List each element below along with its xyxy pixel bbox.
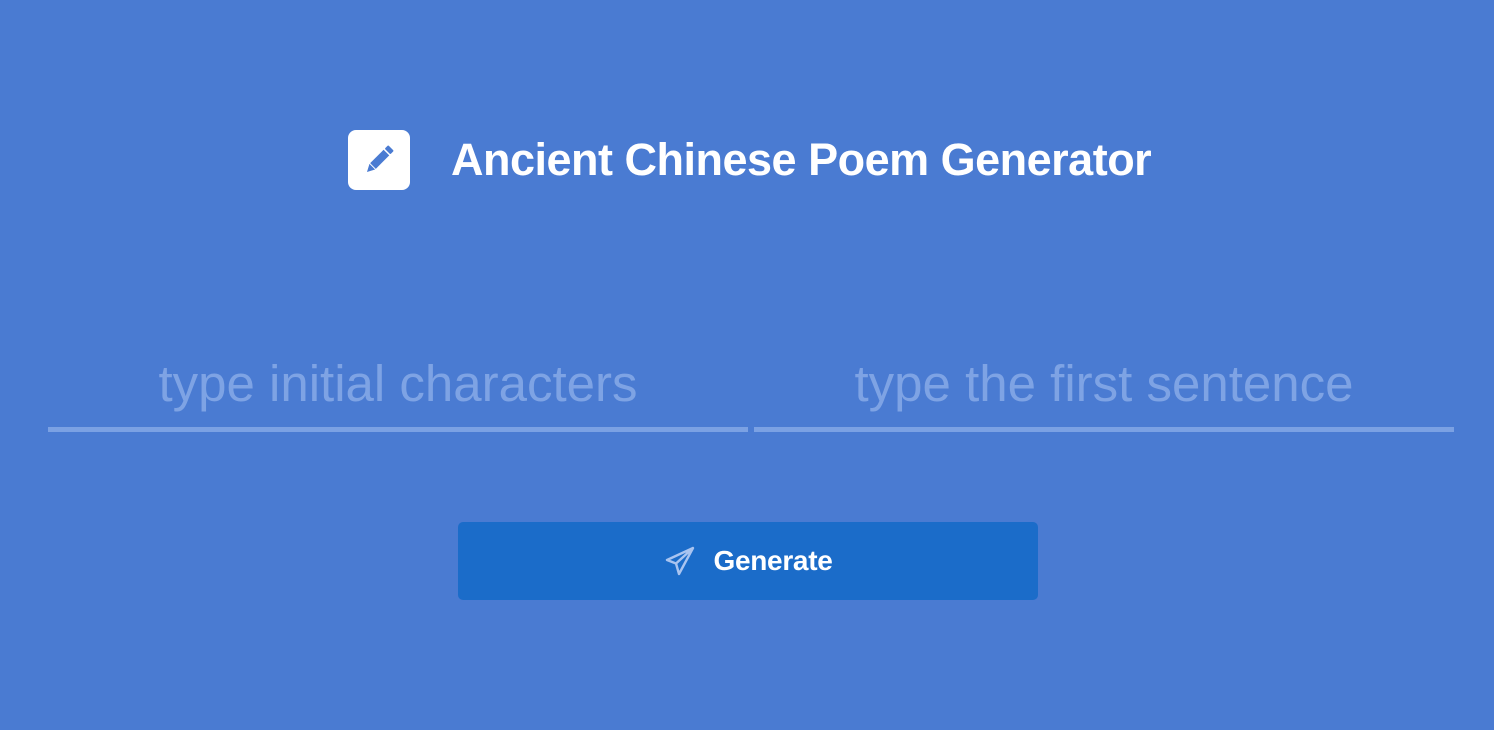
initial-characters-field xyxy=(48,346,748,438)
app-header: Ancient Chinese Poem Generator xyxy=(0,128,1494,192)
paper-plane-icon xyxy=(664,545,696,577)
generate-button-label: Generate xyxy=(713,545,833,576)
first-sentence-field xyxy=(754,346,1454,438)
first-sentence-input[interactable] xyxy=(754,346,1454,432)
generate-button[interactable]: Generate xyxy=(458,522,1038,600)
pencil-square-icon xyxy=(348,130,410,190)
initial-characters-input[interactable] xyxy=(48,346,748,432)
page-title: Ancient Chinese Poem Generator xyxy=(451,134,1152,185)
